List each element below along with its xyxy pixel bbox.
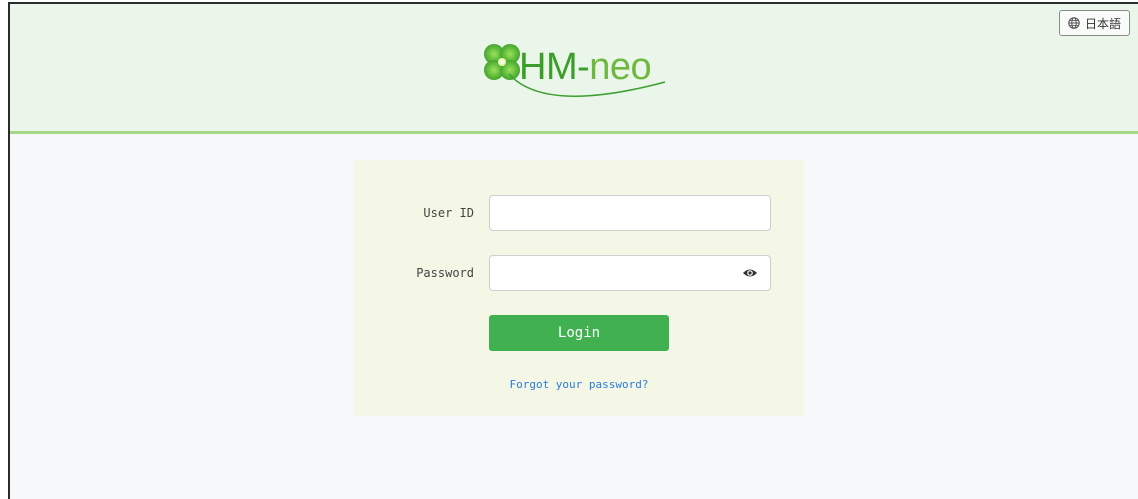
- language-label: 日本語: [1084, 16, 1121, 31]
- language-button[interactable]: 日本語: [1058, 10, 1130, 36]
- user-id-input[interactable]: [489, 195, 771, 231]
- password-input[interactable]: [489, 255, 771, 291]
- globe-icon: [1068, 17, 1080, 29]
- user-id-label: User ID: [423, 206, 474, 220]
- login-card: User ID Password Login Forgot your passw…: [354, 160, 804, 416]
- app-frame: 日本語 HM-neo User ID Password Login Forgot…: [8, 2, 1138, 499]
- login-button[interactable]: Login: [489, 315, 669, 351]
- logo-text: HM-neo: [519, 46, 652, 88]
- password-label: Password: [416, 266, 474, 280]
- header: 日本語 HM-neo: [10, 4, 1138, 134]
- eye-icon[interactable]: [742, 267, 758, 279]
- forgot-password-link[interactable]: Forgot your password?: [489, 378, 669, 391]
- logo: HM-neo: [475, 34, 685, 114]
